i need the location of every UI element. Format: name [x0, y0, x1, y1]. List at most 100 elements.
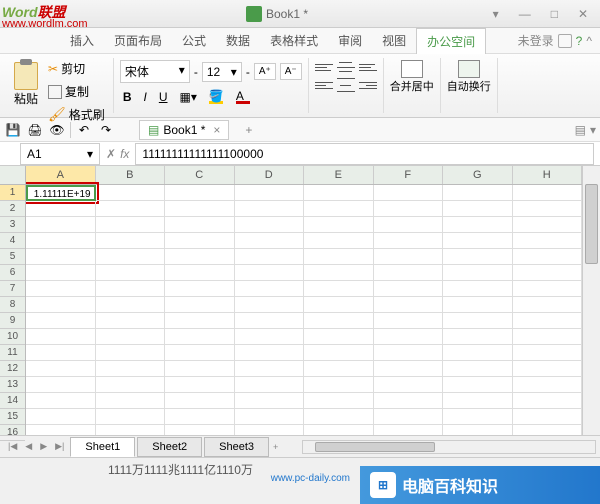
cell[interactable]	[374, 249, 444, 265]
row-header[interactable]: 7	[0, 281, 25, 297]
row-header[interactable]: 14	[0, 393, 25, 409]
last-sheet-button[interactable]: ▶|	[51, 439, 68, 454]
merge-center-button[interactable]: 合并居中	[384, 58, 441, 113]
row-header[interactable]: 13	[0, 377, 25, 393]
align-top-button[interactable]	[315, 60, 333, 74]
sheet-tab-3[interactable]: Sheet3	[204, 437, 269, 457]
cell[interactable]	[374, 393, 444, 409]
cell[interactable]	[26, 409, 96, 425]
cell[interactable]	[374, 201, 444, 217]
cell[interactable]	[513, 281, 583, 297]
row-header[interactable]: 10	[0, 329, 25, 345]
row-header[interactable]: 5	[0, 249, 25, 265]
align-center-button[interactable]	[337, 78, 355, 92]
fill-color-button[interactable]: 🪣	[206, 87, 227, 106]
cell[interactable]	[304, 425, 374, 435]
cell[interactable]	[304, 281, 374, 297]
cell[interactable]	[304, 249, 374, 265]
cell[interactable]	[26, 281, 96, 297]
column-header[interactable]: F	[374, 166, 444, 184]
cell[interactable]	[235, 281, 305, 297]
cut-button[interactable]: ✂ 剪切	[46, 58, 107, 79]
cell[interactable]	[443, 265, 513, 281]
cell[interactable]	[513, 345, 583, 361]
preview-button[interactable]: 👁	[48, 121, 66, 139]
cell[interactable]	[443, 201, 513, 217]
cell[interactable]	[304, 409, 374, 425]
cell[interactable]	[443, 281, 513, 297]
cell[interactable]	[235, 377, 305, 393]
cell[interactable]	[304, 329, 374, 345]
cell[interactable]	[235, 361, 305, 377]
row-header[interactable]: 6	[0, 265, 25, 281]
cell[interactable]	[26, 313, 96, 329]
cell[interactable]	[26, 377, 96, 393]
cell[interactable]	[304, 313, 374, 329]
row-header[interactable]: 16	[0, 425, 25, 441]
cell[interactable]	[443, 329, 513, 345]
cell[interactable]	[96, 361, 166, 377]
cell[interactable]	[374, 361, 444, 377]
menu-office[interactable]: 办公空间	[416, 28, 486, 54]
cell[interactable]	[513, 217, 583, 233]
cell[interactable]	[443, 377, 513, 393]
row-header[interactable]: 4	[0, 233, 25, 249]
horizontal-scrollbar[interactable]	[302, 440, 596, 454]
cell[interactable]: 1.11111E+19	[26, 185, 96, 201]
cell[interactable]	[304, 345, 374, 361]
scroll-thumb[interactable]	[585, 184, 598, 264]
next-sheet-button[interactable]: ▶	[36, 439, 51, 454]
cell[interactable]	[374, 409, 444, 425]
cell[interactable]	[304, 265, 374, 281]
cell[interactable]	[26, 265, 96, 281]
cell[interactable]	[26, 361, 96, 377]
scroll-thumb[interactable]	[315, 442, 435, 452]
save-button[interactable]: 💾	[4, 121, 22, 139]
cell[interactable]	[374, 297, 444, 313]
cell[interactable]	[443, 409, 513, 425]
cell[interactable]	[235, 201, 305, 217]
cell[interactable]	[26, 393, 96, 409]
new-tab-button[interactable]: +	[239, 121, 258, 139]
undo-button[interactable]: ↶	[75, 121, 93, 139]
cell[interactable]	[235, 393, 305, 409]
menu-view[interactable]: 视图	[372, 28, 416, 53]
cell[interactable]	[165, 425, 235, 435]
row-header[interactable]: 2	[0, 201, 25, 217]
cell[interactable]	[304, 201, 374, 217]
formula-input[interactable]: 11111111111111100000	[135, 143, 594, 165]
print-button[interactable]: 🖨	[26, 121, 44, 139]
menu-formula[interactable]: 公式	[172, 28, 216, 53]
cell[interactable]	[513, 409, 583, 425]
paste-button[interactable]: 粘贴	[10, 58, 42, 113]
cell[interactable]	[96, 377, 166, 393]
cancel-formula-button[interactable]: ✗	[106, 147, 116, 161]
close-button[interactable]: ✕	[572, 5, 594, 23]
cell[interactable]	[304, 377, 374, 393]
align-right-button[interactable]	[359, 78, 377, 92]
cell[interactable]	[374, 425, 444, 435]
maximize-button[interactable]: □	[545, 5, 564, 23]
column-header[interactable]: D	[235, 166, 305, 184]
menu-insert[interactable]: 插入	[60, 28, 104, 53]
help-icon[interactable]: ?	[576, 34, 583, 48]
row-header[interactable]: 9	[0, 313, 25, 329]
cell[interactable]	[235, 249, 305, 265]
cell[interactable]	[165, 265, 235, 281]
menu-data[interactable]: 数据	[216, 28, 260, 53]
cell[interactable]	[235, 297, 305, 313]
cell[interactable]	[165, 249, 235, 265]
cell[interactable]	[374, 377, 444, 393]
cell[interactable]	[513, 297, 583, 313]
cell[interactable]	[165, 329, 235, 345]
wrap-text-button[interactable]: 自动换行	[441, 58, 498, 113]
cell[interactable]	[26, 297, 96, 313]
tab-dropdown-icon[interactable]: ▾	[590, 123, 596, 137]
cell[interactable]	[304, 185, 373, 201]
italic-button[interactable]: I	[140, 88, 149, 106]
user-icon[interactable]	[558, 34, 572, 48]
cell[interactable]	[26, 345, 96, 361]
row-header[interactable]: 8	[0, 297, 25, 313]
cell[interactable]	[235, 409, 305, 425]
column-header[interactable]: B	[96, 166, 166, 184]
